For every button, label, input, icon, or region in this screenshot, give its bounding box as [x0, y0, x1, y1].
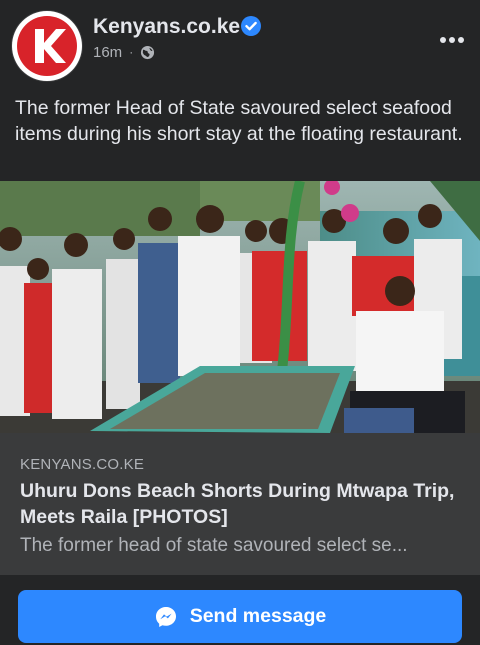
post-header: Kenyans.co.ke 16m · — [0, 0, 480, 88]
messenger-icon — [155, 606, 176, 627]
meta-separator: · — [129, 45, 134, 59]
post-photo[interactable] — [0, 181, 480, 433]
post-meta: 16m · — [93, 42, 155, 62]
link-domain: KENYANS.CO.KE — [20, 456, 145, 473]
send-message-button[interactable]: Send message — [18, 590, 462, 643]
verified-badge-icon — [241, 16, 261, 36]
more-options-button[interactable] — [432, 24, 472, 56]
post-timestamp[interactable]: 16m — [93, 44, 122, 61]
page-avatar[interactable] — [12, 11, 82, 81]
link-description: The former head of state savoured select… — [20, 535, 408, 556]
page-name[interactable]: Kenyans.co.ke — [93, 15, 240, 39]
link-title[interactable]: Uhuru Dons Beach Shorts During Mtwapa Tr… — [20, 478, 460, 530]
more-options-icon — [440, 37, 464, 43]
kenyans-logo — [17, 16, 77, 76]
post-caption: The former Head of State savoured select… — [15, 97, 463, 145]
globe-icon — [141, 45, 155, 59]
send-message-label: Send message — [189, 605, 327, 627]
